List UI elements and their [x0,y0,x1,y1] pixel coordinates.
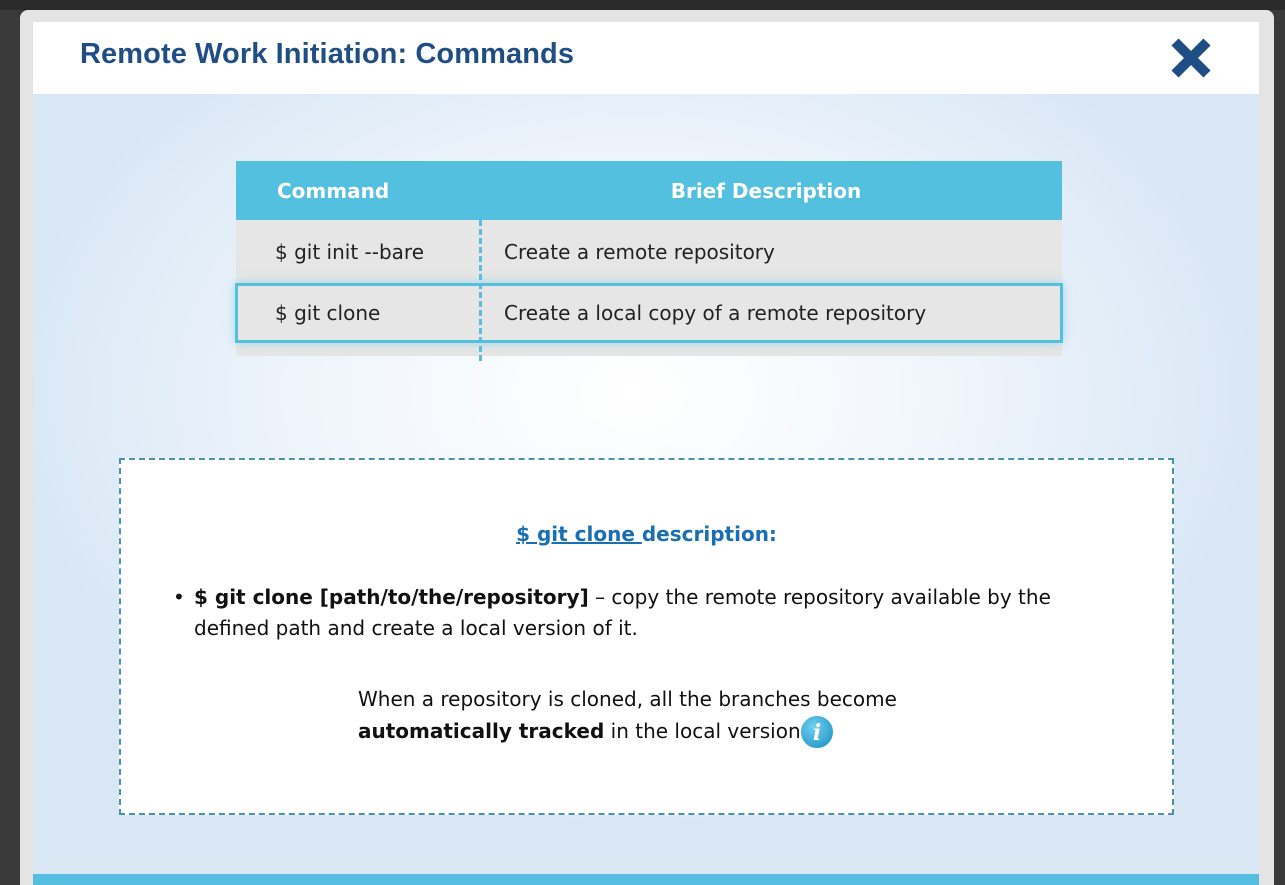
table-footer-strip [236,342,1062,356]
close-x-icon [1171,38,1211,78]
note-line1: When a repository is cloned, all the bra… [358,687,897,711]
page-title: Remote Work Initiation: Commands [80,38,575,70]
commands-table: Command Brief Description $ git init --b… [235,161,1063,361]
bullet-command: $ git clone [path/to/the/repository] [194,585,589,609]
svg-text:i: i [813,720,821,746]
command-cell: $ git init --bare [275,240,424,264]
bullet-item: • $ git clone [path/to/the/repository] –… [173,582,1073,644]
footer-bar [33,874,1259,885]
tracking-note: When a repository is cloned, all the bra… [358,683,978,747]
table-row-selected[interactable]: $ git clone Create a local copy of a rem… [235,283,1063,343]
top-strip [0,0,1285,10]
close-button[interactable] [1166,33,1216,83]
description-heading: $ git clone description: [121,522,1172,546]
description-panel: $ git clone description: • $ git clone [… [119,458,1174,815]
description-cell: Create a remote repository [504,240,775,264]
note-bold: automatically tracked [358,719,605,743]
bullet-text-wrap: $ git clone [path/to/the/repository] – c… [173,582,1073,644]
column-header-command: Command [277,178,390,203]
description-cell: Create a local copy of a remote reposito… [504,301,927,325]
bullet-dot: • [173,585,185,609]
column-header-description: Brief Description [670,178,862,203]
note-rest: in the local version [604,719,801,743]
dialog-content: Command Brief Description $ git init --b… [33,94,1259,874]
command-link[interactable]: $ git clone [516,522,642,546]
info-icon: i [799,714,835,750]
table-header: Command Brief Description [236,161,1062,220]
column-divider [479,220,482,361]
command-cell: $ git clone [275,301,381,325]
info-button[interactable]: i [798,713,836,751]
dialog-header: Remote Work Initiation: Commands [33,22,1259,94]
table-row[interactable]: $ git init --bare Create a remote reposi… [236,220,1062,284]
heading-text: description: [641,522,777,546]
